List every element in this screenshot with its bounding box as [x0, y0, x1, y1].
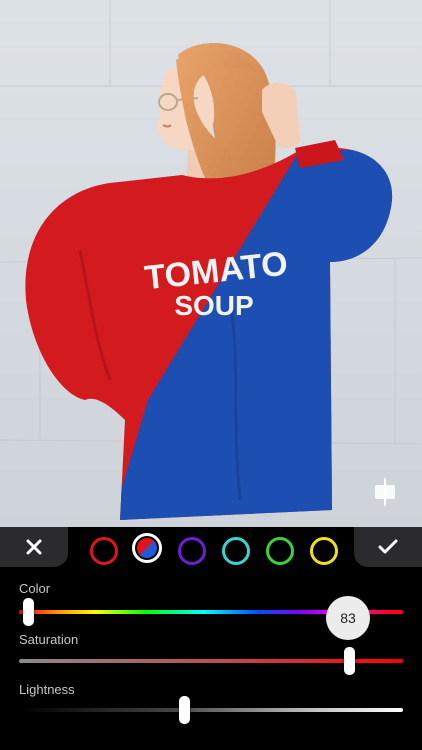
cancel-button[interactable]	[0, 527, 68, 567]
photo-image: TOMATO SOUP	[0, 0, 422, 527]
lightness-slider-track[interactable]	[19, 708, 403, 712]
photo-preview[interactable]: TOMATO SOUP	[0, 0, 422, 527]
color-toolbar	[0, 527, 422, 575]
swatch-red[interactable]	[90, 537, 118, 565]
compare-handle-icon[interactable]	[373, 478, 397, 506]
swatch-yellow[interactable]	[310, 537, 338, 565]
color-value-bubble: 83	[326, 596, 370, 640]
color-slider-thumb[interactable]	[23, 598, 35, 626]
swatch-cyan[interactable]	[222, 537, 250, 565]
checkmark-icon	[378, 539, 398, 554]
swatch-green[interactable]	[266, 537, 294, 565]
lightness-slider-label: Lightness	[19, 682, 75, 697]
swatch-purple[interactable]	[178, 537, 206, 565]
swatch-red-blue[interactable]	[132, 533, 162, 563]
color-slider-label: Color	[19, 581, 51, 596]
saturation-slider-label: Saturation	[19, 632, 79, 647]
saturation-slider-thumb[interactable]	[343, 647, 355, 675]
confirm-button[interactable]	[354, 527, 422, 567]
lightness-slider-thumb[interactable]	[178, 696, 190, 724]
shirt-text-line2: SOUP	[174, 290, 253, 321]
close-icon	[26, 539, 42, 555]
